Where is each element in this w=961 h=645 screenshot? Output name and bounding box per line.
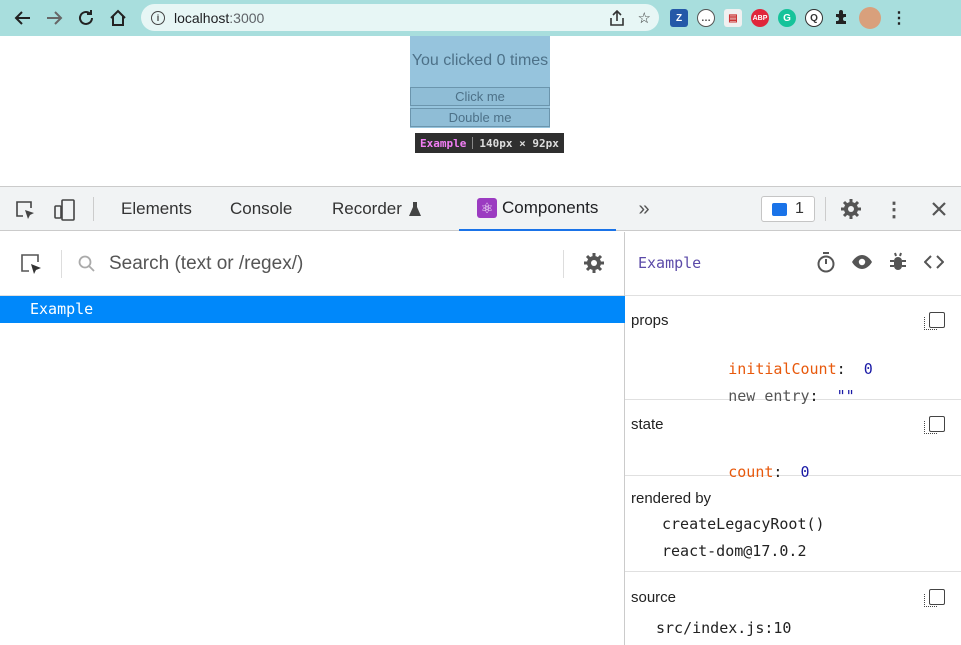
close-devtools-icon[interactable] (928, 198, 950, 220)
state-section: state count: 0 (625, 400, 961, 481)
rendered-by-item[interactable]: createLegacyRoot() (662, 515, 825, 533)
profile-avatar-icon[interactable] (859, 7, 881, 29)
props-title: props (631, 312, 669, 329)
tooltip-component-name: Example (420, 136, 467, 150)
grammarly-extension-icon[interactable]: G (778, 9, 796, 27)
component-inspector-panel: Example props initialCount: 0 new entry:… (625, 232, 961, 645)
forward-arrow-icon[interactable] (39, 3, 69, 33)
component-tree-panel: Example (0, 232, 625, 645)
tab-elements[interactable]: Elements (121, 187, 192, 231)
rendered-by-title: rendered by (631, 490, 712, 507)
devtools-tab-bar: Elements Console Recorder ⚛ Components »… (0, 187, 961, 231)
back-arrow-icon[interactable] (8, 3, 38, 33)
page-extension-icon[interactable]: … (697, 9, 715, 27)
view-source-icon[interactable] (922, 250, 945, 273)
issues-count: 1 (795, 200, 804, 217)
rendered-by-item[interactable]: react-dom@17.0.2 (662, 542, 807, 560)
counter-text: You clicked 0 times (411, 52, 549, 69)
home-icon[interactable] (103, 3, 133, 33)
tab-components-label: Components (502, 198, 599, 217)
bookmark-star-icon[interactable]: ☆ (638, 9, 651, 27)
browser-menu-icon[interactable]: ⋮ (890, 9, 908, 27)
bug-icon[interactable] (886, 250, 909, 273)
copy-props-icon[interactable] (924, 312, 945, 330)
reload-icon[interactable] (71, 3, 101, 33)
rendered-by-section: rendered by createLegacyRoot() react-dom… (625, 476, 961, 572)
state-title: state (631, 416, 664, 433)
zotero-extension-icon[interactable]: Z (670, 9, 688, 27)
browser-toolbar: i localhost:3000 ☆ Z … ▤ ABP G Q ⋮ (0, 0, 961, 36)
devtools-panel: Elements Console Recorder ⚛ Components »… (0, 186, 961, 645)
inspect-element-icon[interactable] (14, 199, 36, 221)
eye-icon[interactable] (850, 250, 873, 273)
component-search-input[interactable] (109, 252, 549, 276)
inspected-component-name: Example (638, 254, 702, 272)
url-text: localhost:3000 (174, 9, 265, 26)
more-tabs-chevron-icon[interactable]: » (634, 198, 654, 220)
tab-recorder-label: Recorder (332, 199, 402, 218)
extensions-row: Z … ▤ ABP G Q ⋮ (670, 5, 908, 31)
settings-gear-icon[interactable] (840, 198, 862, 220)
select-component-icon[interactable] (19, 252, 43, 276)
inspector-header: Example (625, 232, 961, 296)
props-section: props initialCount: 0 new entry: "" (625, 296, 961, 405)
page-viewport: You clicked 0 times Click me Double me E… (0, 36, 961, 186)
search-icon (77, 254, 97, 274)
tooltip-size: 140px × 92px (479, 136, 559, 150)
adblock-extension-icon[interactable]: ABP (751, 9, 769, 27)
tab-divider (93, 197, 94, 221)
tab-console[interactable]: Console (230, 187, 292, 231)
tab-divider-right (825, 197, 826, 221)
inspect-tooltip: Example 140px × 92px (415, 133, 564, 153)
wappalyzer-extension-icon[interactable]: Q (805, 9, 823, 27)
message-bubble-icon (772, 202, 788, 216)
address-bar[interactable]: i localhost:3000 ☆ (141, 4, 659, 31)
customize-menu-icon[interactable]: ⋮ (884, 198, 904, 221)
tab-components[interactable]: ⚛ Components (459, 187, 617, 231)
tree-item-example[interactable]: Example (0, 296, 625, 323)
source-location[interactable]: src/index.js:10 (656, 619, 791, 637)
component-settings-gear-icon[interactable] (583, 252, 605, 274)
source-title: source (631, 589, 677, 606)
site-info-icon[interactable]: i (151, 10, 165, 25)
react-logo-icon: ⚛ (477, 198, 497, 218)
search-divider-right (563, 250, 564, 278)
source-section: source src/index.js:10 (625, 572, 961, 645)
extensions-puzzle-icon[interactable] (832, 9, 850, 27)
search-divider (61, 250, 62, 278)
doc-extension-icon[interactable]: ▤ (724, 9, 742, 27)
stopwatch-icon[interactable] (814, 250, 837, 273)
tab-recorder[interactable]: Recorder (332, 187, 422, 231)
device-toolbar-icon[interactable] (53, 198, 77, 222)
share-icon[interactable] (609, 9, 624, 26)
click-me-button[interactable]: Click me (410, 87, 550, 106)
flask-icon (408, 201, 422, 217)
copy-state-icon[interactable] (924, 416, 945, 434)
tooltip-divider (472, 137, 474, 149)
copy-source-icon[interactable] (924, 589, 945, 607)
component-search-row (0, 232, 624, 296)
inspector-actions (814, 250, 945, 273)
issues-badge[interactable]: 1 (761, 196, 815, 222)
double-me-button[interactable]: Double me (410, 108, 550, 127)
